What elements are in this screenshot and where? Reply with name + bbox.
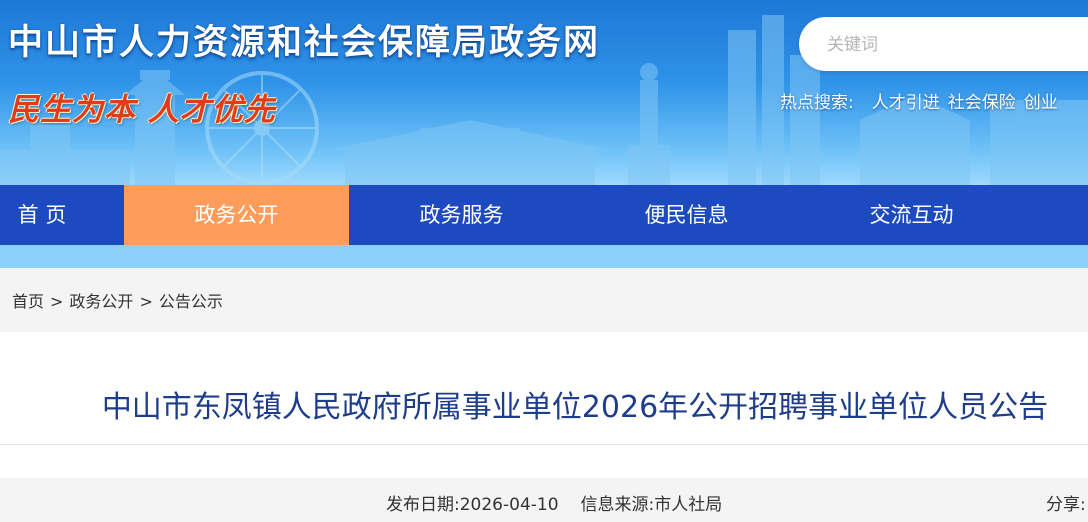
search-input[interactable] <box>825 30 1088 60</box>
hot-search-link-startup[interactable]: 创业 <box>1024 93 1058 113</box>
nav-item-gov-services[interactable]: 政务服务 <box>349 185 574 245</box>
nav-item-interaction[interactable]: 交流互动 <box>799 185 1024 245</box>
nav-item-public-info[interactable]: 便民信息 <box>574 185 799 245</box>
nav-item-home[interactable]: 首 页 <box>0 185 124 245</box>
breadcrumb-separator: > <box>50 292 64 311</box>
nav-item-gov-affairs-disclosure[interactable]: 政务公开 <box>124 185 349 245</box>
hot-search-link-social-insurance[interactable]: 社会保险 <box>948 93 1016 113</box>
article-spacer <box>0 445 1088 478</box>
share-label[interactable]: 分享: <box>1046 490 1086 515</box>
site-title: 中山市人力资源和社会保障局政务网 <box>8 23 601 63</box>
breadcrumb: 首页 > 政务公开 > 公告公示 <box>0 268 1088 330</box>
article-header: 中山市东凤镇人民政府所属事业单位2026年公开招聘事业单位人员公告 <box>0 332 1088 444</box>
article-meta: 发布日期:2026-04-10 信息来源:市人社局 分享: <box>0 478 1088 522</box>
source-value: 市人社局 <box>654 495 723 515</box>
hot-search-label: 热点搜索: <box>780 93 854 113</box>
article-title: 中山市东凤镇人民政府所属事业单位2026年公开招聘事业单位人员公告 <box>101 390 1049 425</box>
header-banner: 中山市人力资源和社会保障局政务网 民生为本 人才优先 热点搜索: 人才引进社会保险… <box>0 0 1088 185</box>
publish-date-label: 发布日期: <box>386 495 460 515</box>
nav-subbar <box>0 245 1088 268</box>
source-label: 信息来源: <box>580 495 655 515</box>
hot-search-link-talent[interactable]: 人才引进 <box>872 93 940 113</box>
breadcrumb-gov-affairs-disclosure[interactable]: 政务公开 <box>69 292 133 311</box>
publish-date: 2026-04-10 <box>459 495 559 515</box>
search-box <box>799 17 1088 71</box>
breadcrumb-home[interactable]: 首页 <box>12 292 44 311</box>
site-slogan: 民生为本 人才优先 <box>8 92 276 128</box>
main-nav: 首 页 政务公开 政务服务 便民信息 交流互动 <box>0 185 1088 245</box>
hot-search: 热点搜索: 人才引进 社会保险 创业 <box>780 88 1066 113</box>
breadcrumb-announcements[interactable]: 公告公示 <box>159 292 223 311</box>
breadcrumb-separator: > <box>139 292 153 311</box>
